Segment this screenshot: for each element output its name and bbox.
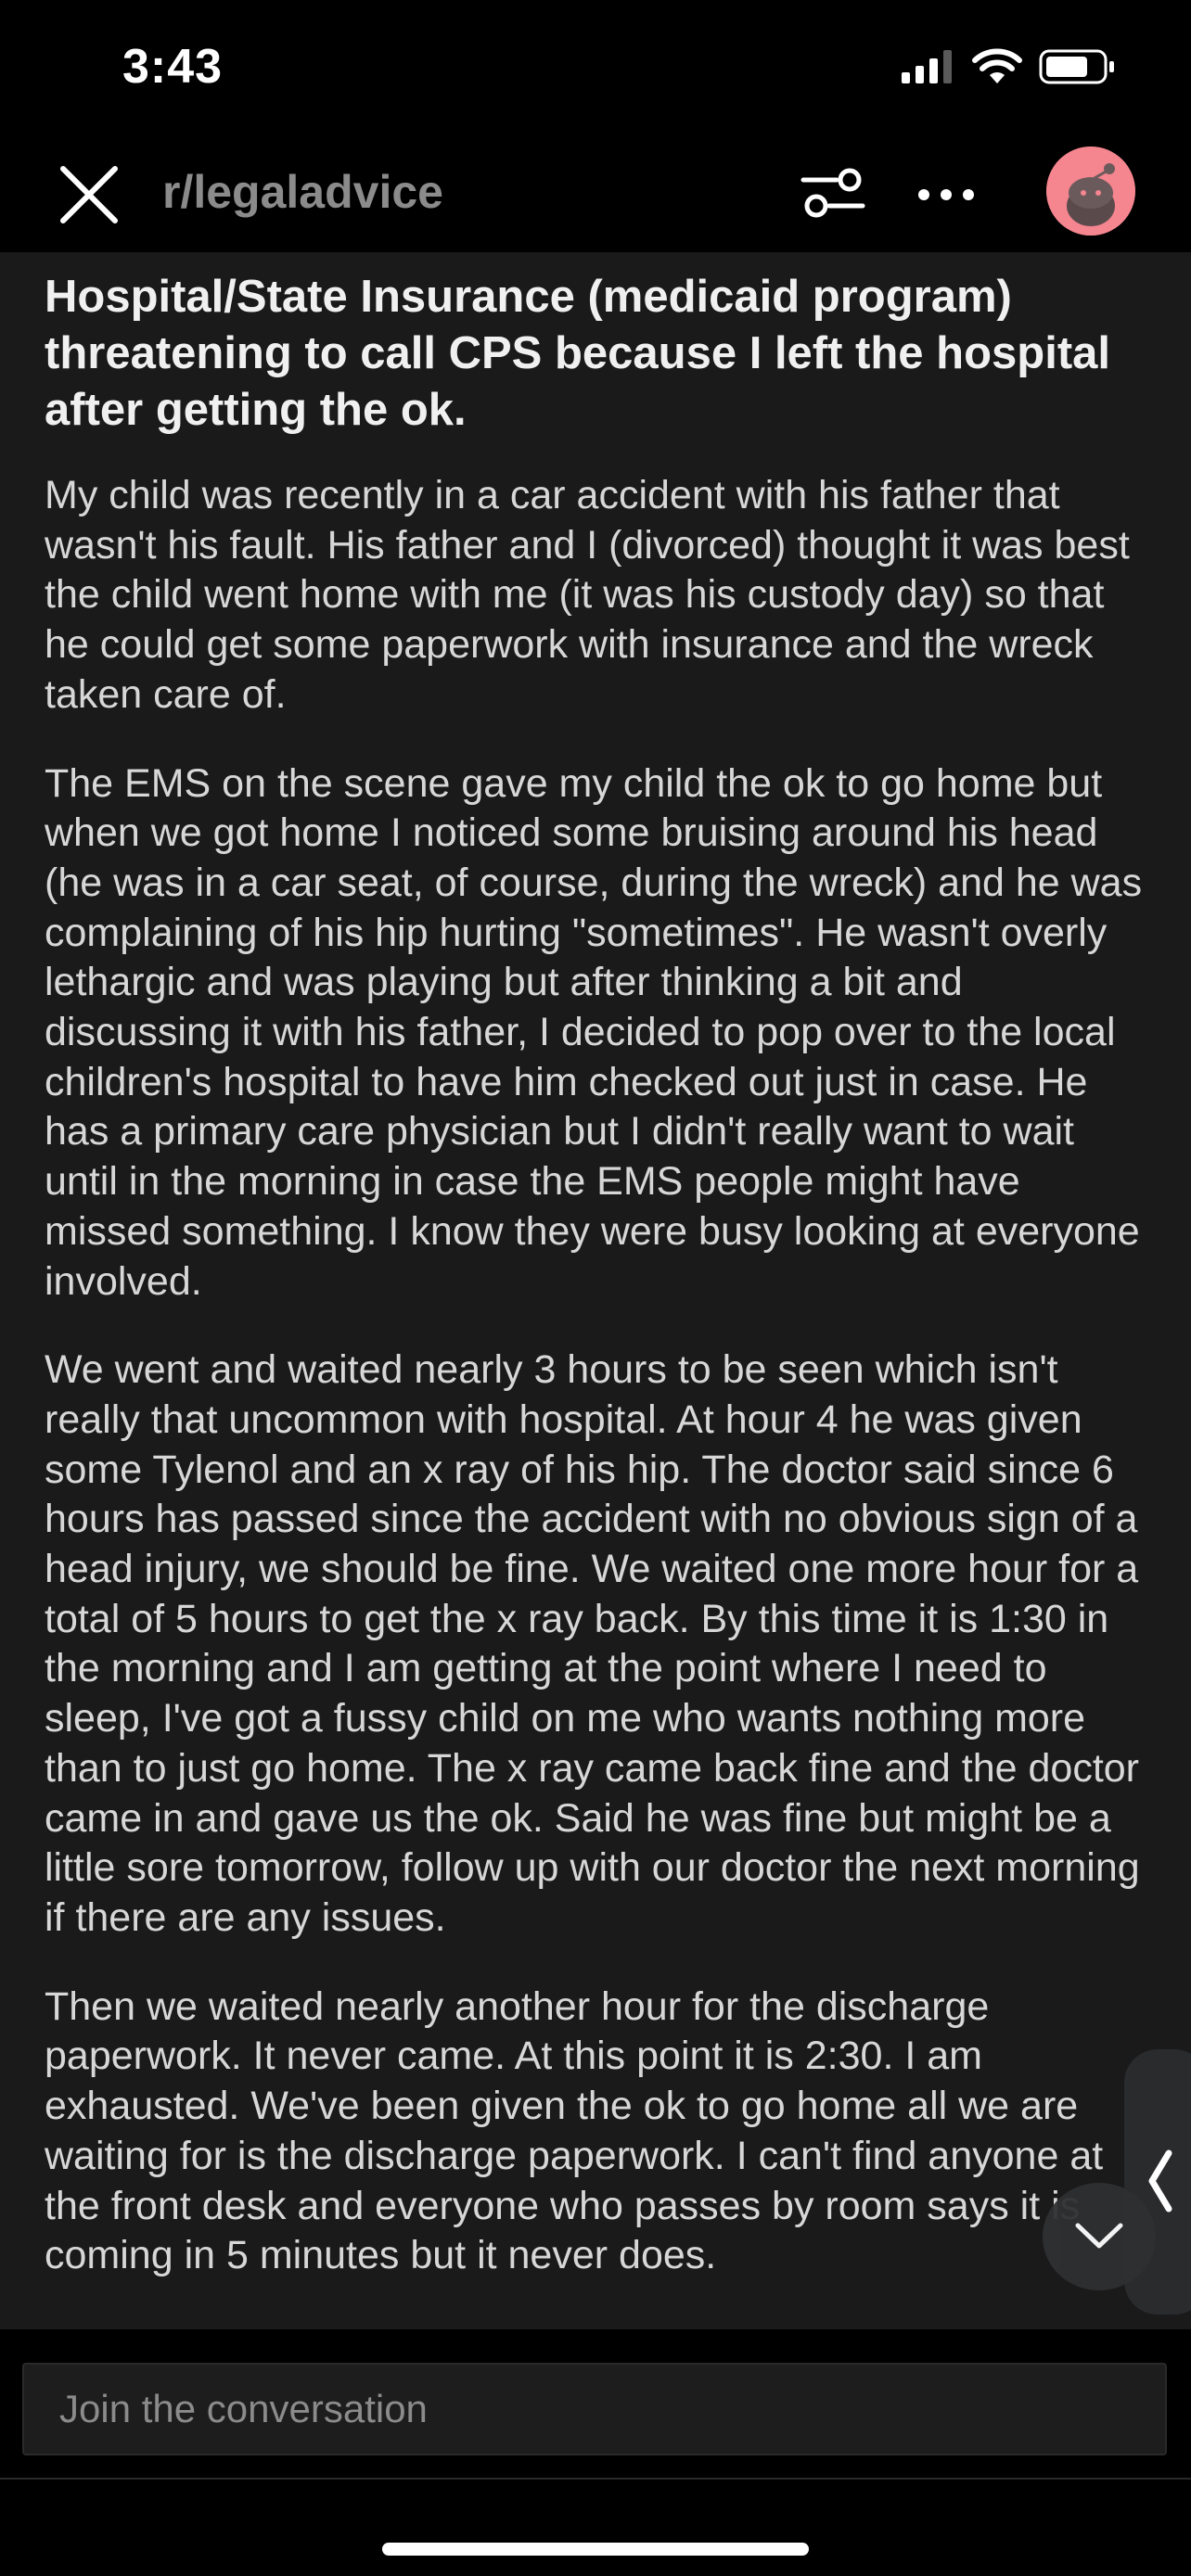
post-paragraph: My child was recently in a car accident …	[45, 473, 1130, 717]
home-indicator[interactable]	[382, 2543, 809, 2556]
post-content: Hospital/State Insurance (medicaid progr…	[0, 252, 1191, 2329]
post-title: Hospital/State Insurance (medicaid progr…	[45, 272, 1111, 435]
chevron-down-icon	[1075, 2223, 1123, 2249]
avatar[interactable]	[1046, 147, 1135, 236]
signal-icon	[902, 50, 952, 83]
divider	[0, 2478, 1191, 2480]
more-icon[interactable]	[913, 176, 980, 213]
post-paragraph: The EMS on the scene gave my child the o…	[45, 760, 1143, 1304]
subreddit-name[interactable]: r/legaladvice	[162, 165, 443, 219]
chevron-left-icon	[1148, 2149, 1172, 2213]
status-bar: 3:43	[0, 0, 1191, 139]
app-header: r/legaladvice	[0, 139, 1191, 252]
comment-input[interactable]: Join the conversation	[22, 2363, 1167, 2455]
collapse-button[interactable]	[1043, 2183, 1156, 2290]
filter-icon[interactable]	[800, 163, 866, 223]
close-icon[interactable]	[56, 161, 122, 228]
post-paragraph: We went and waited nearly 3 hours to be …	[45, 1347, 1140, 1940]
wifi-icon	[972, 48, 1022, 83]
snoo-avatar-icon	[1046, 147, 1135, 236]
post-body: My child was recently in a car accident …	[45, 471, 1154, 2320]
status-time: 3:43	[122, 40, 224, 94]
post-paragraph: Then we waited nearly another hour for t…	[45, 1983, 1104, 2278]
bottom-bar: Join the conversation	[0, 2329, 1191, 2576]
battery-icon	[1039, 49, 1114, 84]
